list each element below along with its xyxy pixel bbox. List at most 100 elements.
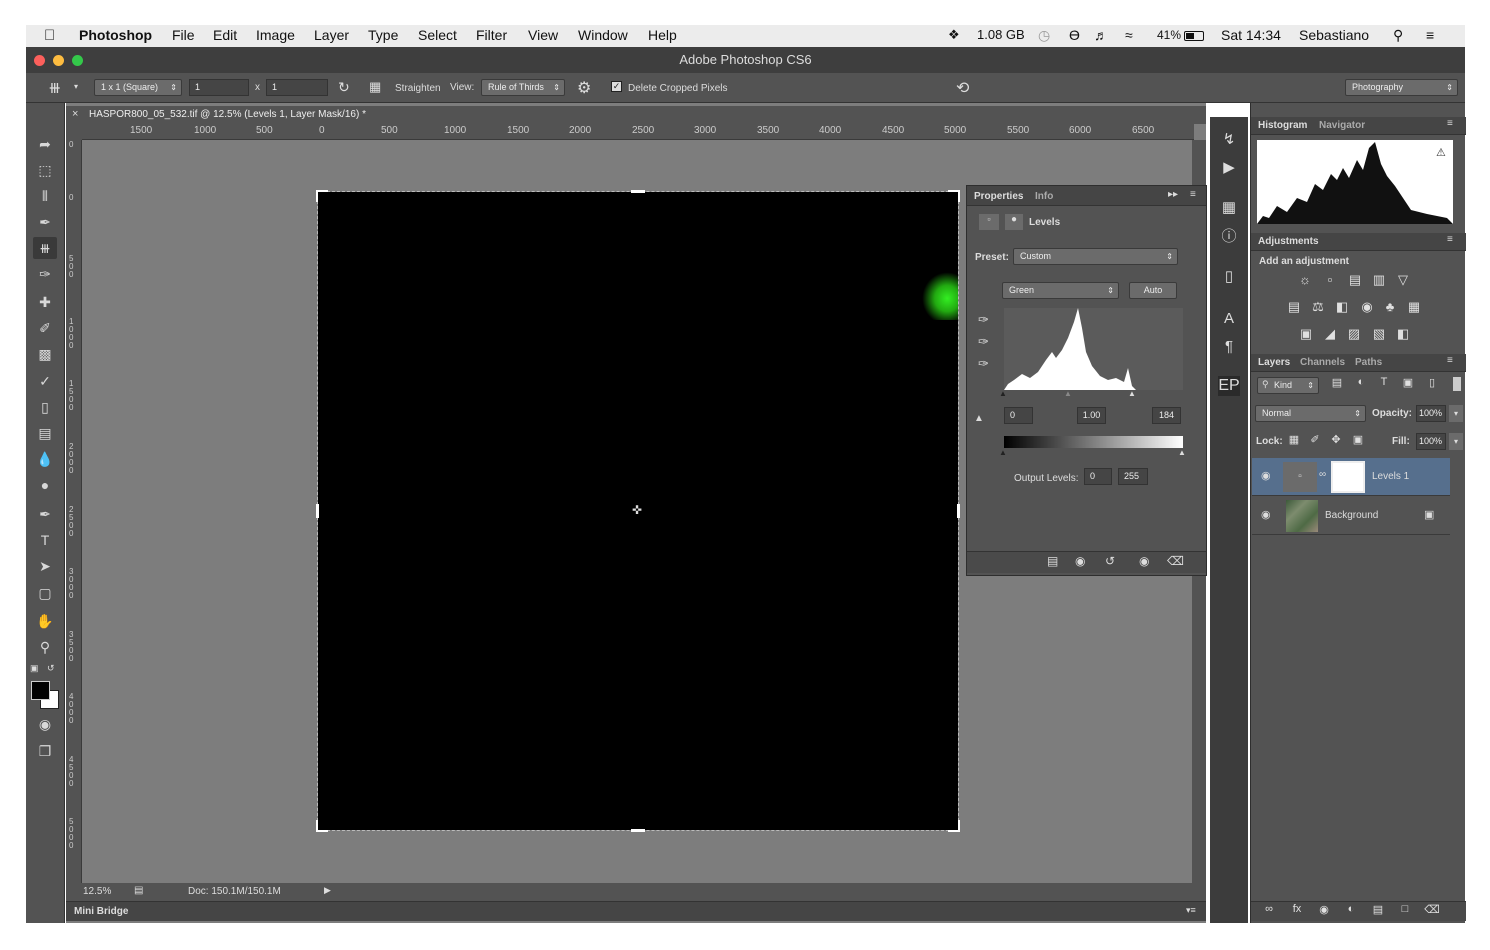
reset-crop-icon[interactable]: ⟲ — [956, 78, 969, 98]
menu-edit[interactable]: Edit — [213, 27, 237, 43]
link-layers-icon[interactable]: ∞ — [1260, 903, 1278, 915]
tab-channels[interactable]: Channels — [1300, 357, 1345, 368]
output-white-slider[interactable]: ▲ — [1178, 448, 1186, 457]
filter-smart-object-icon[interactable]: ▯ — [1423, 376, 1441, 389]
layer-mask-thumbnail[interactable] — [1331, 461, 1365, 493]
levels-adjustment-icon[interactable]: ▫ — [979, 214, 999, 230]
blend-mode-select[interactable]: Normal ⇕ — [1255, 405, 1366, 422]
bluetooth-icon[interactable]: ϴ — [1069, 27, 1080, 43]
input-gamma-value[interactable]: 1.00 — [1077, 407, 1106, 424]
tab-info[interactable]: Info — [1035, 191, 1053, 202]
tab-histogram[interactable]: Histogram — [1258, 120, 1307, 131]
crop-handle-tl[interactable] — [316, 190, 328, 202]
notification-center-icon[interactable]: ≡ — [1426, 27, 1434, 43]
hue-saturation-adjustment-icon[interactable]: ▤ — [1285, 299, 1303, 315]
quick-mask-icon[interactable]: ◉ — [33, 713, 57, 735]
fill-input[interactable]: 100% — [1416, 433, 1446, 450]
actions-play-icon[interactable]: ▶ — [1218, 158, 1240, 178]
workspace-select[interactable]: Photography ⇕ — [1345, 79, 1458, 96]
delete-cropped-label[interactable]: Delete Cropped Pixels — [628, 83, 728, 94]
menu-window[interactable]: Window — [578, 27, 628, 43]
black-point-eyedropper-icon[interactable]: ✑ — [978, 312, 989, 328]
zoom-level[interactable]: 12.5% — [83, 886, 111, 897]
crop-handle-tr[interactable] — [948, 190, 960, 202]
layer-row-levels[interactable]: ◉ ▫ ∞ Levels 1 — [1252, 458, 1450, 496]
crop-height-input[interactable]: 1 — [266, 79, 328, 96]
document-tab-title[interactable]: HASPOR800_05_532.tif @ 12.5% (Levels 1, … — [89, 109, 366, 120]
white-point-eyedropper-icon[interactable]: ✑ — [978, 356, 989, 372]
layer-row-background[interactable]: ◉ Background ▣ — [1252, 497, 1450, 535]
ep-plugin-icon[interactable]: EP — [1218, 376, 1240, 396]
straighten-icon[interactable]: ▦ — [369, 79, 381, 95]
lasso-tool-icon[interactable]: ⦀ — [33, 185, 57, 207]
delete-adjustment-icon[interactable]: ⌫ — [1167, 554, 1184, 568]
move-tool-icon[interactable]: ➦ — [33, 133, 57, 155]
lock-transparency-icon[interactable]: ▦ — [1285, 433, 1303, 446]
new-layer-icon[interactable]: □ — [1396, 903, 1414, 915]
toggle-visibility-icon[interactable]: ◉ — [1139, 554, 1149, 568]
visibility-eye-icon[interactable]: ◉ — [1261, 469, 1271, 482]
panel-menu-icon[interactable]: ≡ — [1447, 118, 1453, 129]
ruler-origin[interactable] — [66, 124, 82, 140]
add-mask-icon[interactable]: ◉ — [1315, 903, 1333, 916]
user-name[interactable]: Sebastiano — [1299, 27, 1369, 43]
crop-handle-bl[interactable] — [316, 820, 328, 832]
input-white-value[interactable]: 184 — [1152, 407, 1181, 424]
new-adjustment-layer-icon[interactable]: ◐ — [1342, 903, 1360, 915]
mask-link-icon[interactable]: ∞ — [1319, 469, 1326, 480]
layer-mask-icon[interactable]: ● — [1005, 214, 1023, 230]
threshold-adjustment-icon[interactable]: ▨ — [1345, 326, 1363, 342]
zoom-window-button[interactable] — [72, 55, 83, 66]
zoom-tool-icon[interactable]: ⚲ — [33, 636, 57, 658]
posterize-adjustment-icon[interactable]: ◢ — [1321, 326, 1339, 342]
lock-position-icon[interactable]: ✥ — [1327, 433, 1345, 446]
crop-handle-br[interactable] — [948, 820, 960, 832]
history-panel-icon[interactable]: ↯ — [1218, 130, 1240, 150]
layer-name[interactable]: Background — [1325, 510, 1378, 521]
layer-style-fx-icon[interactable]: fx — [1288, 903, 1306, 915]
cache-warning-icon[interactable]: ⚠ — [1436, 146, 1446, 159]
pen-tool-icon[interactable]: ✒ — [33, 503, 57, 525]
selective-color-adjustment-icon[interactable]: ◧ — [1394, 326, 1412, 342]
menu-view[interactable]: View — [528, 27, 558, 43]
crop-handle-left[interactable] — [316, 504, 319, 518]
swap-colors-icon[interactable]: ↺ — [47, 663, 55, 674]
filter-shape-icon[interactable]: ▣ — [1399, 376, 1417, 389]
path-selection-tool-icon[interactable]: ➤ — [33, 555, 57, 577]
character-panel-icon[interactable]: A — [1218, 309, 1240, 329]
filter-adjustment-icon[interactable]: ◐ — [1352, 376, 1370, 388]
input-gray-slider[interactable]: ▲ — [1064, 389, 1072, 398]
input-black-slider[interactable]: ▲ — [999, 389, 1007, 398]
export-icon[interactable]: ▤ — [134, 885, 143, 896]
input-black-value[interactable]: 0 — [1004, 407, 1033, 424]
foreground-color-swatch[interactable] — [31, 681, 50, 700]
clear-rotate-icon[interactable]: ↻ — [338, 79, 350, 96]
view-previous-state-icon[interactable]: ◉ — [1075, 554, 1085, 568]
vertical-ruler[interactable]: 0 0 500 1000 1500 2000 2500 3000 3500 40… — [66, 140, 82, 883]
panel-menu-icon[interactable]: ≡ — [1447, 355, 1453, 366]
channel-mixer-adjustment-icon[interactable]: ♣ — [1381, 299, 1399, 314]
filter-pixel-icon[interactable]: ▤ — [1328, 376, 1346, 389]
tab-adjustments[interactable]: Adjustments — [1258, 236, 1319, 247]
output-black-value[interactable]: 0 — [1084, 468, 1112, 485]
dropbox-icon[interactable]: ❖ — [948, 27, 960, 43]
panel-menu-icon[interactable]: ≡ — [1190, 189, 1196, 200]
clip-warning-icon[interactable]: ▲ — [974, 413, 984, 424]
tab-navigator[interactable]: Navigator — [1319, 120, 1365, 131]
preset-select[interactable]: Custom ⇕ — [1013, 248, 1178, 265]
close-window-button[interactable] — [34, 55, 45, 66]
vibrance-adjustment-icon[interactable]: ▽ — [1394, 272, 1412, 288]
black-white-adjustment-icon[interactable]: ◧ — [1333, 299, 1351, 315]
overlay-view-select[interactable]: Rule of Thirds ⇕ — [481, 79, 565, 96]
volume-icon[interactable]: ♬ — [1094, 27, 1108, 43]
screen-mode-icon[interactable]: ❐ — [33, 740, 57, 762]
collapse-panel-icon[interactable]: ▸▸ — [1168, 189, 1178, 200]
crop-width-input[interactable]: 1 — [189, 79, 249, 96]
crop-handle-top[interactable] — [631, 190, 645, 193]
filter-type-icon[interactable]: T — [1375, 376, 1393, 388]
gradient-tool-icon[interactable]: ▤ — [33, 422, 57, 444]
time-machine-icon[interactable]: ◷ — [1038, 27, 1050, 44]
channel-select[interactable]: Green ⇕ — [1002, 282, 1119, 299]
tab-properties[interactable]: Properties — [974, 191, 1023, 202]
opacity-dropdown-icon[interactable]: ▾ — [1449, 405, 1463, 422]
